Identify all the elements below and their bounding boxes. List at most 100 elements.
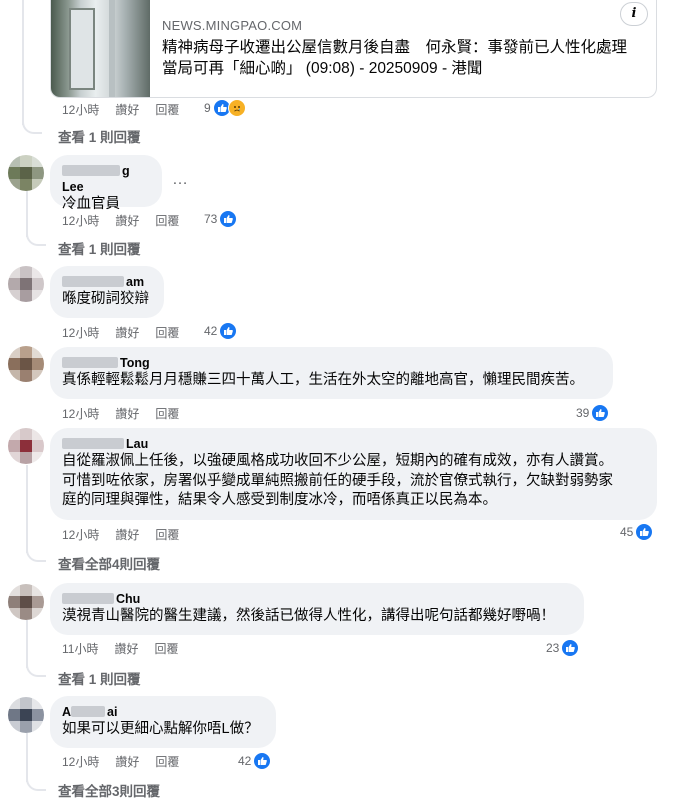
reply-button[interactable]: 回覆: [155, 101, 179, 118]
reaction-summary[interactable]: 39: [572, 403, 612, 423]
view-replies-link[interactable]: 查看 1 則回覆: [58, 668, 141, 688]
link-domain: NEWS.MINGPAO.COM: [162, 18, 303, 33]
reaction-count: 45: [620, 525, 634, 539]
reaction-count: 23: [546, 641, 560, 655]
avatar[interactable]: [8, 697, 44, 733]
like-icon: [253, 752, 272, 770]
comment-author[interactable]: am: [62, 274, 152, 290]
thread-line: [26, 465, 28, 553]
thread-connector: [26, 548, 46, 562]
like-button[interactable]: 讚好: [115, 212, 139, 229]
comment-time: 12小時: [62, 326, 100, 340]
comment-meta: 12小時 讚好 回覆: [62, 526, 179, 543]
like-button[interactable]: 讚好: [115, 324, 139, 341]
reaction-count: 39: [576, 406, 590, 420]
thread-connector: [26, 232, 46, 246]
like-button[interactable]: 讚好: [114, 640, 138, 657]
comment-author[interactable]: Tong: [62, 355, 601, 371]
like-button[interactable]: 讚好: [115, 101, 139, 118]
reaction-count: 42: [204, 324, 218, 338]
thread-line: [22, 0, 24, 125]
thread-line: [26, 620, 28, 668]
comment-time: 12小時: [62, 407, 100, 421]
avatar[interactable]: [8, 155, 44, 191]
reply-button[interactable]: 回覆: [155, 324, 179, 341]
like-icon: [591, 404, 610, 422]
comment-author[interactable]: g Lee: [62, 163, 150, 195]
redacted-name: [62, 165, 120, 176]
comment-author[interactable]: Aai: [62, 704, 264, 720]
comment-meta: 12小時 讚好 回覆: [62, 212, 179, 229]
comment-meta: 11小時 讚好 回覆: [62, 640, 179, 657]
thread-connector: [26, 777, 46, 791]
reaction-summary[interactable]: 45: [616, 522, 656, 542]
info-icon[interactable]: i: [620, 2, 648, 26]
comment-bubble: Chu 漠視青山醫院的醫生建議，然後話已做得人性化，講得出呢句話都幾好嘢喎！: [50, 583, 584, 635]
link-thumbnail: [51, 0, 150, 97]
view-replies-link[interactable]: 查看 1 則回覆: [58, 238, 141, 258]
comment-bubble: am 喺度砌詞狡辯: [50, 266, 164, 318]
reaction-summary[interactable]: 42: [204, 322, 238, 340]
avatar[interactable]: [8, 346, 44, 382]
comment-meta: 12小時 讚好 回覆: [62, 324, 179, 341]
reaction-summary[interactable]: 42: [234, 751, 274, 771]
view-replies-link[interactable]: 查看全部3則回覆: [58, 780, 160, 800]
reaction-summary[interactable]: 73: [204, 210, 238, 228]
reaction-count: 42: [238, 754, 252, 768]
view-replies-link[interactable]: 查看全部4則回覆: [58, 553, 160, 573]
comment-text-line: 可惜到咗依家，房署似乎變成單純照搬前任的硬手段，流於官僚式執行，欠缺對弱勢家: [62, 472, 613, 489]
like-icon: [219, 210, 238, 228]
post-meta: 12小時 讚好 回覆: [62, 101, 179, 118]
reply-button[interactable]: 回覆: [155, 405, 179, 422]
like-button[interactable]: 讚好: [115, 753, 139, 770]
redacted-name: [62, 276, 124, 287]
redacted-name: [62, 593, 114, 604]
comment-time: 12小時: [62, 755, 100, 769]
reply-button[interactable]: 回覆: [155, 526, 179, 543]
comment-author[interactable]: Lau: [62, 436, 645, 452]
comment-time: 12小時: [62, 214, 100, 228]
link-preview-card[interactable]: NEWS.MINGPAO.COM 精神病母子收遷出公屋信數月後自盡 何永賢：事發…: [50, 0, 657, 98]
like-button[interactable]: 讚好: [115, 405, 139, 422]
link-title[interactable]: 精神病母子收遷出公屋信數月後自盡 何永賢：事發前已人性化處理 當局可再「細心啲」…: [162, 37, 652, 79]
comment-text: 漠視青山醫院的醫生建議，然後話已做得人性化，講得出呢句話都幾好嘢喎！: [62, 608, 555, 624]
like-icon: [635, 523, 654, 541]
redacted-name: [62, 438, 124, 449]
comment-bubble: Lau 自從羅淑佩上任後，以強硬風格成功收回不少公屋，短期內的確有成效，亦有人讚…: [50, 428, 657, 520]
thread-line: [26, 190, 28, 237]
comment-author[interactable]: Chu: [62, 591, 572, 607]
like-button[interactable]: 讚好: [115, 526, 139, 543]
view-replies-link[interactable]: 查看 1 則回覆: [58, 126, 141, 146]
thread-connector: [26, 663, 46, 677]
comment-text: 真係輕輕鬆鬆月月穩賺三四十萬人工，生活在外太空的離地高官，懶理民間疾苦。: [62, 372, 584, 388]
comment-meta: 12小時 讚好 回覆: [62, 405, 179, 422]
avatar[interactable]: [8, 266, 44, 302]
like-icon: [561, 639, 580, 657]
post-time: 12小時: [62, 103, 100, 117]
redacted-name: [62, 357, 118, 368]
reply-button[interactable]: 回覆: [154, 640, 178, 657]
comment-text-line: 庭的同理與彈性，結果令人感受到制度冰冷，而唔係真正以民為本。: [62, 492, 497, 508]
reply-button[interactable]: 回覆: [155, 753, 179, 770]
comment-text: 如果可以更細心點解你唔L做？: [62, 721, 259, 737]
sad-reaction-icon: [227, 99, 246, 117]
comment-text-line: 自從羅淑佩上任後，以強硬風格成功收回不少公屋，短期內的確有成效，亦有人讚賞。: [62, 453, 613, 469]
avatar[interactable]: [8, 428, 44, 464]
reply-button[interactable]: 回覆: [155, 212, 179, 229]
comment-text: 喺度砌詞狡辯: [62, 291, 149, 307]
reaction-count: 73: [204, 212, 218, 226]
comment-time: 11小時: [62, 642, 99, 656]
comment-bubble: Aai 如果可以更細心點解你唔L做？: [50, 696, 276, 748]
comment-meta: 12小時 讚好 回覆: [62, 753, 179, 770]
thread-line: [26, 733, 28, 782]
reaction-summary[interactable]: 9: [204, 99, 246, 117]
avatar[interactable]: [8, 584, 44, 620]
like-icon: [219, 322, 238, 340]
more-options-button[interactable]: …: [172, 171, 189, 189]
comment-time: 12小時: [62, 528, 100, 542]
reaction-summary[interactable]: 23: [542, 638, 582, 658]
redacted-name: [71, 706, 106, 717]
thread-connector: [22, 120, 42, 134]
comment-bubble: g Lee 冷血官員: [50, 155, 162, 212]
comment-bubble: Tong 真係輕輕鬆鬆月月穩賺三四十萬人工，生活在外太空的離地高官，懶理民間疾苦…: [50, 347, 613, 399]
